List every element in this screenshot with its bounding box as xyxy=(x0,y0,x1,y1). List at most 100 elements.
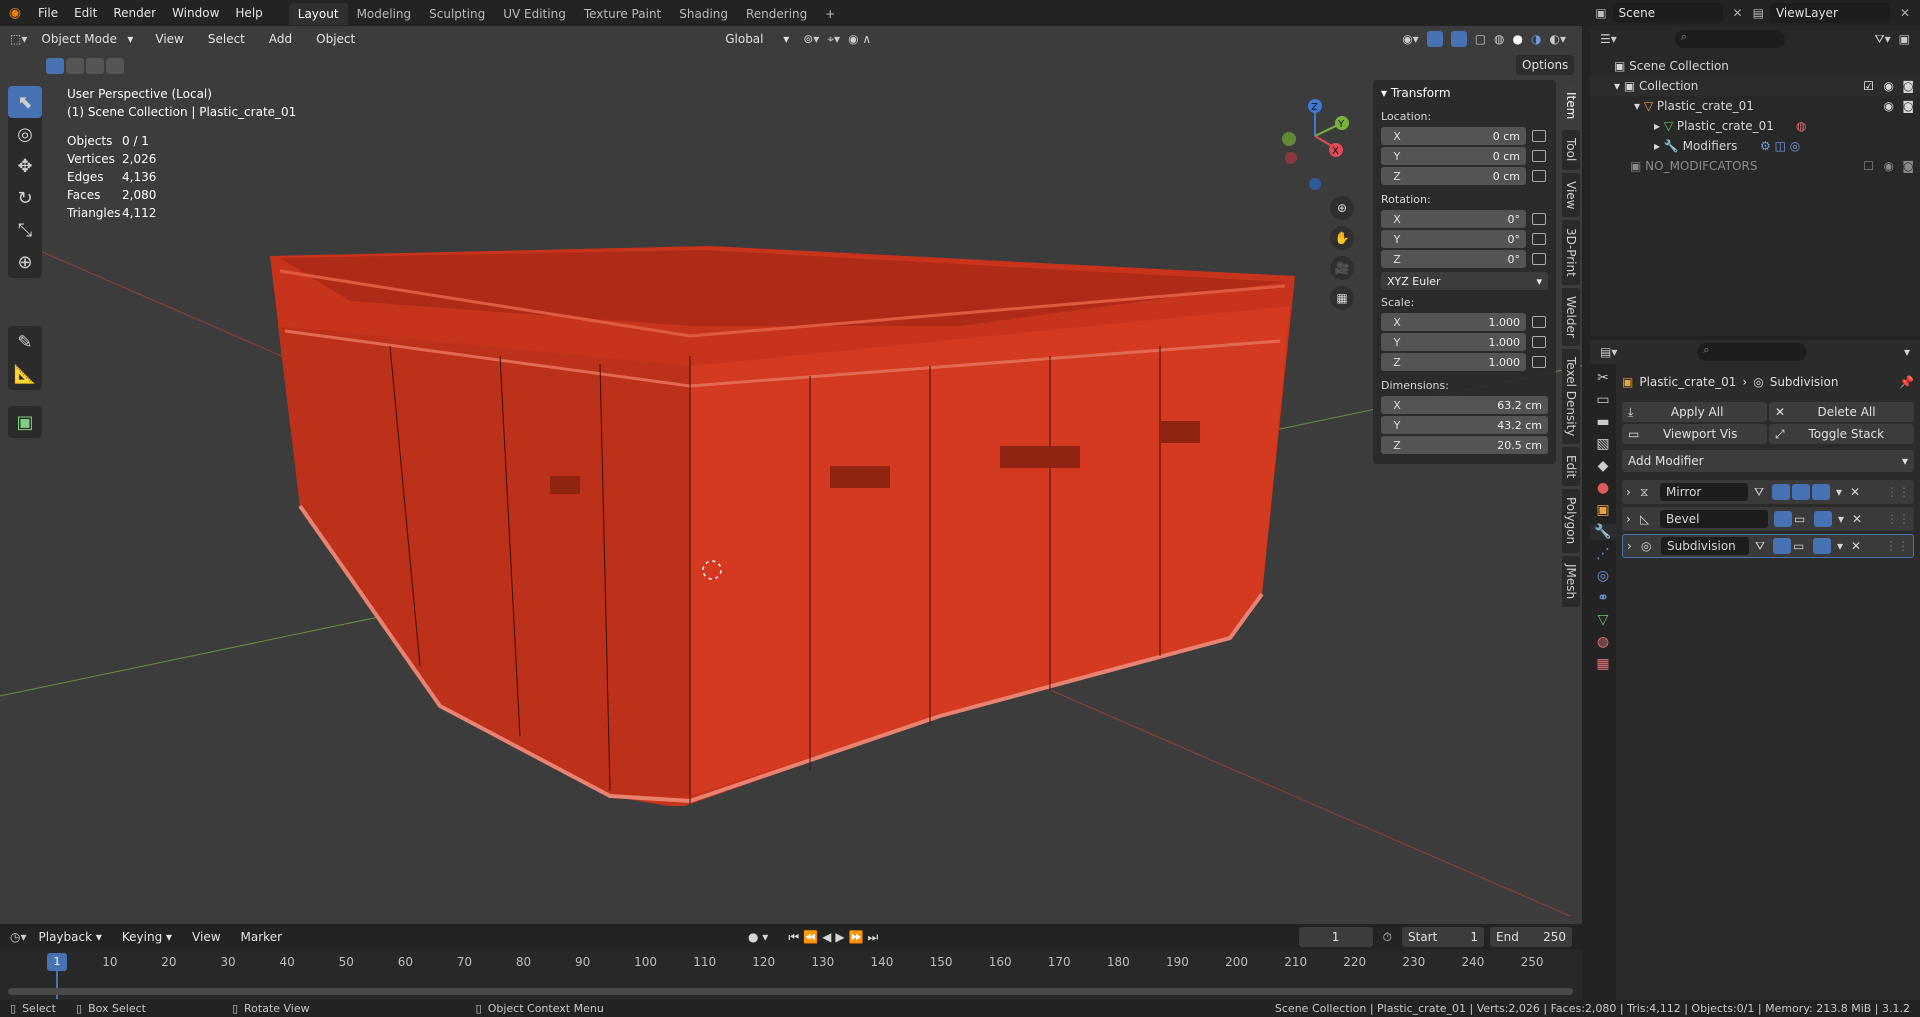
tab-tool[interactable]: Tool xyxy=(1562,130,1580,170)
viewport-display-icon[interactable] xyxy=(1792,484,1810,500)
scale-x-field[interactable]: X 1.000 xyxy=(1381,313,1526,331)
menu-window[interactable]: Window xyxy=(164,0,227,26)
add-cube-tool-icon[interactable]: ▣ xyxy=(8,406,42,438)
timeline-scrollbar[interactable] xyxy=(8,988,1573,995)
chevron-down-icon[interactable]: ▾ xyxy=(1904,345,1910,359)
proportional-edit-icon[interactable]: ◉ ∧ xyxy=(848,32,871,46)
transform-orientation-dropdown[interactable]: Global ▾ xyxy=(719,29,796,49)
transform-tool-icon[interactable]: ⊕ xyxy=(8,246,42,278)
pan-hand-icon[interactable]: ✋ xyxy=(1330,226,1354,250)
tab-texture-paint[interactable]: Texture Paint xyxy=(575,3,670,25)
playhead[interactable]: 1 xyxy=(47,953,67,971)
location-y-field[interactable]: Y 0 cm xyxy=(1381,147,1526,165)
tool-tab-icon[interactable]: ✂ xyxy=(1597,370,1609,386)
delete-all-button[interactable]: ✕ Delete All xyxy=(1769,402,1914,422)
dimensions-x-field[interactable]: X 63.2 cm xyxy=(1381,396,1548,414)
select-box-tool-icon[interactable]: ⬉ xyxy=(8,86,42,118)
jump-keyframe-back-icon[interactable]: ⏪ xyxy=(803,930,818,944)
cage-icon[interactable] xyxy=(1774,511,1792,527)
close-icon[interactable]: ✕ xyxy=(1850,485,1860,499)
close-icon[interactable]: ✕ xyxy=(1851,539,1861,553)
lock-icon[interactable] xyxy=(1532,130,1546,142)
selection-mode-icons[interactable] xyxy=(46,58,124,74)
camera-render-icon[interactable]: ◙ xyxy=(1902,156,1914,176)
drag-handle-icon[interactable]: ⋮⋮ xyxy=(1886,512,1910,526)
tab-texel-density[interactable]: Texel Density xyxy=(1562,348,1580,445)
play-reverse-icon[interactable]: ◀ xyxy=(822,930,831,944)
expand-arrow-icon[interactable]: ▸ xyxy=(1654,139,1664,153)
viewport-display-icon[interactable]: ▭ xyxy=(1794,512,1812,526)
menu-keying[interactable]: Keying ▾ xyxy=(114,924,180,950)
modifier-tab-icon[interactable]: 🔧 xyxy=(1590,524,1616,540)
tab-polygon[interactable]: Polygon xyxy=(1562,489,1580,553)
zoom-icon[interactable]: ⊕ xyxy=(1330,196,1354,220)
outliner-row-mesh-data[interactable]: ▸ ▽ Plastic_crate_01 ◍ xyxy=(1590,116,1920,136)
end-frame-field[interactable]: End 250 xyxy=(1490,927,1572,947)
tab-jmesh[interactable]: JMesh xyxy=(1562,555,1580,607)
edit-mode-icon[interactable]: ⛛ xyxy=(1755,539,1773,554)
particles-tab-icon[interactable]: ⋰ xyxy=(1596,546,1610,562)
world-tab-icon[interactable]: ● xyxy=(1597,480,1609,496)
outliner-row-collection[interactable]: ▾ ▣ Collection ☑ ◉ ◙ xyxy=(1590,76,1920,96)
rotation-z-field[interactable]: Z 0° xyxy=(1381,250,1526,268)
rotation-y-field[interactable]: Y 0° xyxy=(1381,230,1526,248)
menu-marker[interactable]: Marker xyxy=(233,924,290,950)
expand-arrow-icon[interactable]: ▸ xyxy=(1654,119,1664,133)
expand-arrow-icon[interactable]: ▾ xyxy=(1634,99,1644,113)
select-new-icon[interactable] xyxy=(46,58,64,74)
lock-icon[interactable] xyxy=(1532,150,1546,162)
expand-arrow-icon[interactable]: › xyxy=(1627,539,1641,553)
options-button[interactable]: Options xyxy=(1516,55,1575,75)
pin-icon[interactable]: 📌 xyxy=(1899,375,1914,389)
cage-icon[interactable] xyxy=(1773,538,1791,554)
stopwatch-icon[interactable]: ⏱ xyxy=(1383,930,1392,945)
tab-rendering[interactable]: Rendering xyxy=(737,3,816,25)
tab-edit[interactable]: Edit xyxy=(1562,447,1580,487)
drag-handle-icon[interactable]: ⋮⋮ xyxy=(1886,485,1910,499)
snap-icon[interactable]: ⌖▾ xyxy=(827,32,840,47)
output-tab-icon[interactable]: ▬ xyxy=(1596,414,1609,430)
viewport-menu-object[interactable]: Object xyxy=(308,26,363,52)
wireframe-shading-icon[interactable]: ◍ xyxy=(1494,32,1504,46)
add-workspace-button[interactable]: + xyxy=(816,3,844,25)
camera-render-icon[interactable]: ◙ xyxy=(1902,76,1914,96)
scene-selector-icon[interactable]: ▣ xyxy=(1595,6,1606,20)
render-tab-icon[interactable]: ▭ xyxy=(1596,392,1609,408)
lock-icon[interactable] xyxy=(1532,233,1546,245)
blender-logo-icon[interactable]: ◉ xyxy=(0,5,30,21)
visibility-icon[interactable]: ◉▾ xyxy=(1402,32,1419,46)
lock-icon[interactable] xyxy=(1532,253,1546,265)
expand-arrow-icon[interactable]: › xyxy=(1626,485,1640,499)
material-tab-icon[interactable]: ◍ xyxy=(1597,634,1609,650)
add-modifier-dropdown[interactable]: Add Modifier ▾ xyxy=(1622,450,1914,472)
outliner-search[interactable]: ⌕ xyxy=(1674,30,1785,48)
checkbox-icon[interactable]: ☐ xyxy=(1863,156,1874,176)
timeline-editor-icon[interactable]: ◷▾ xyxy=(10,930,27,944)
pivot-icon[interactable]: ⊚▾ xyxy=(803,32,819,46)
dimensions-z-field[interactable]: Z 20.5 cm xyxy=(1381,436,1548,454)
camera-icon[interactable]: 🎥 xyxy=(1330,256,1354,280)
select-subtract-icon[interactable] xyxy=(86,58,104,74)
close-icon[interactable]: ✕ xyxy=(1852,512,1862,526)
view-layer-tab-icon[interactable]: ▧ xyxy=(1596,436,1609,452)
tab-item[interactable]: Item xyxy=(1562,84,1580,128)
overlay-toggle-icon[interactable] xyxy=(1450,31,1467,47)
outliner-row-no-modifcators[interactable]: ▣ NO_MODIFCATORS ☐ ◉ ◙ xyxy=(1590,156,1920,176)
lock-icon[interactable] xyxy=(1532,213,1546,225)
select-extend-icon[interactable] xyxy=(66,58,84,74)
viewport-menu-select[interactable]: Select xyxy=(200,26,253,52)
navigation-gizmo[interactable]: Z Y X xyxy=(1275,86,1355,196)
view-layer-icon[interactable]: ▤ xyxy=(1753,6,1764,20)
location-z-field[interactable]: Z 0 cm xyxy=(1381,167,1526,185)
filter-icon[interactable]: ⛛▾ xyxy=(1875,32,1891,47)
view-layer-close-icon[interactable]: ✕ xyxy=(1900,6,1910,20)
lock-icon[interactable] xyxy=(1532,356,1546,368)
tab-modeling[interactable]: Modeling xyxy=(348,3,421,25)
viewport-display-icon[interactable]: ▭ xyxy=(1793,539,1811,553)
properties-search[interactable]: ⌕ xyxy=(1697,343,1808,361)
render-display-icon[interactable] xyxy=(1814,511,1832,527)
location-x-field[interactable]: X 0 cm xyxy=(1381,127,1526,145)
eye-icon[interactable]: ◉ xyxy=(1884,76,1894,96)
edit-mode-icon[interactable]: ⛛ xyxy=(1754,485,1772,500)
outliner-row-plastic-crate[interactable]: ▾ ▽ Plastic_crate_01 ◉ ◙ xyxy=(1590,96,1920,116)
